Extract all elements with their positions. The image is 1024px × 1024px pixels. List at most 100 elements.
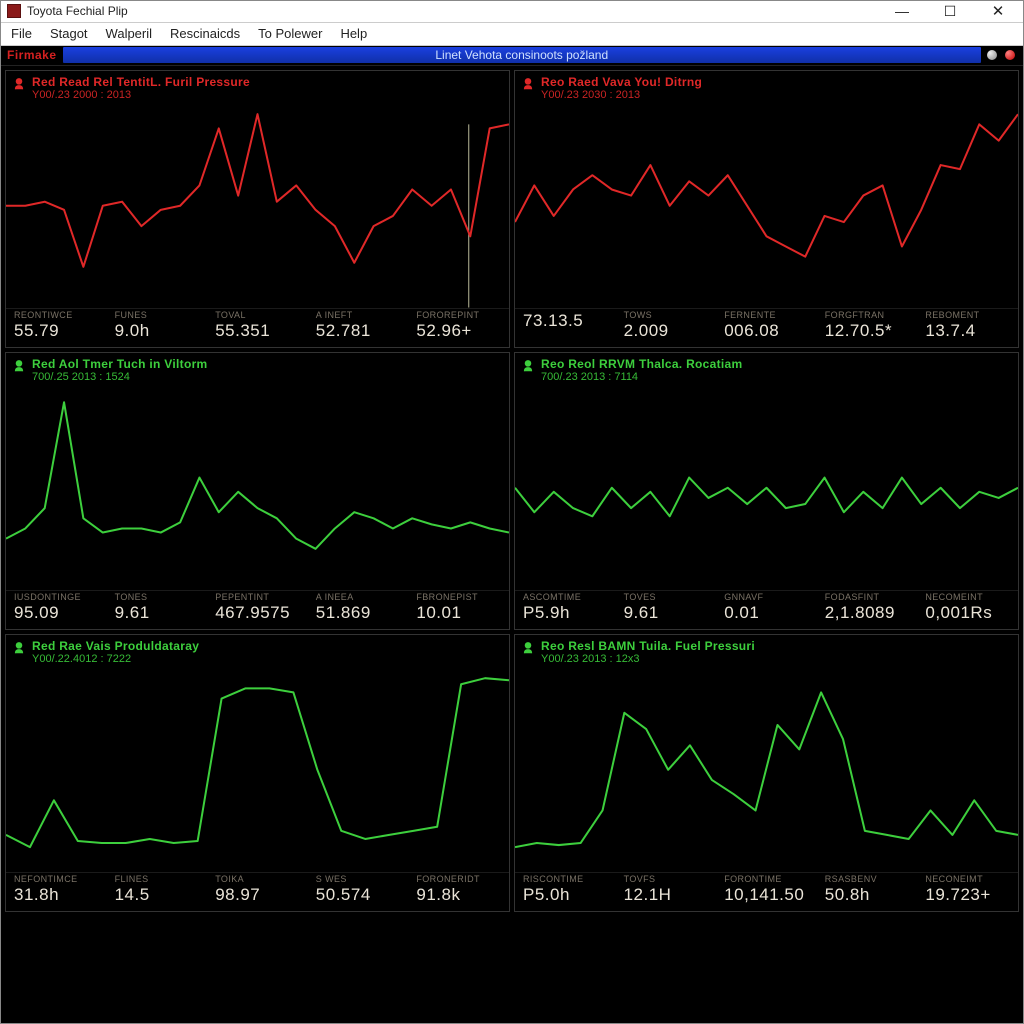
- metric-cell: TOVES 9.61: [616, 591, 717, 629]
- panel-subtitle: 700/.25 2013 : 1524: [32, 371, 208, 384]
- metric-label: FBRONEPIST: [416, 593, 501, 603]
- metric-label: ASCOMTIME: [523, 593, 608, 603]
- metric-label: TOWS: [624, 311, 709, 321]
- metric-label: TOVES: [624, 593, 709, 603]
- metric-value: 31.8h: [14, 885, 59, 904]
- status-indicator-red-icon: [1005, 50, 1015, 60]
- titlebar[interactable]: Toyota Fechial Plip — ☐ ✕: [1, 1, 1023, 23]
- metric-label: A INEFT: [316, 311, 401, 321]
- metric-value: 52.96+: [416, 321, 471, 340]
- menu-rescinaicds[interactable]: Rescinaicds: [170, 26, 240, 41]
- metric-value: 467.9575: [215, 603, 290, 622]
- metric-label: NEFONTIMCE: [14, 875, 99, 885]
- metric-label: FOROREPINT: [416, 311, 501, 321]
- metric-label: IUSDONTINGE: [14, 593, 99, 603]
- menu-to-polewer[interactable]: To Polewer: [258, 26, 322, 41]
- metric-value: P5.9h: [523, 603, 570, 622]
- metric-label: FORONTIME: [724, 875, 809, 885]
- maximize-button[interactable]: ☐: [935, 2, 965, 20]
- metrics-row: IUSDONTINGE 95.09 TONES 9.61 PEPENTINT 4…: [6, 590, 509, 629]
- window-title: Toyota Fechial Plip: [27, 4, 887, 18]
- panel-header: Reo Resl BAMN Tuila. Fuel Pressuri Y00/.…: [515, 635, 1018, 667]
- metric-value: 55.79: [14, 321, 59, 340]
- metric-cell: TOWS 2.009: [616, 309, 717, 347]
- metric-label: S WES: [316, 875, 401, 885]
- panel-title: Reo Raed Vava You! Ditrng: [541, 75, 702, 89]
- metric-value: 95.09: [14, 603, 59, 622]
- metric-value: P5.0h: [523, 885, 570, 904]
- status-bar: Firmake Linet Vehota consinoots požland: [1, 46, 1023, 66]
- metric-value: 73.13.5: [523, 311, 583, 330]
- chart-panel[interactable]: Reo Resl BAMN Tuila. Fuel Pressuri Y00/.…: [514, 634, 1019, 912]
- app-icon: [7, 4, 21, 18]
- metric-label: TOVAL: [215, 311, 300, 321]
- metrics-row: NEFONTIMCE 31.8h FLINES 14.5 TOIKA 98.97…: [6, 872, 509, 911]
- metric-cell: IUSDONTINGE 95.09: [6, 591, 107, 629]
- chart-panel[interactable]: Red Read Rel TentitL. Furil Pressure Y00…: [5, 70, 510, 348]
- metric-value: 2.009: [624, 321, 669, 340]
- chart-panel[interactable]: Red Aol Tmer Tuch in Viltorm 700/.25 201…: [5, 352, 510, 630]
- metric-cell: FLINES 14.5: [107, 873, 208, 911]
- metric-cell: TOVAL 55.351: [207, 309, 308, 347]
- menu-help[interactable]: Help: [340, 26, 367, 41]
- panel-header: Red Read Rel TentitL. Furil Pressure Y00…: [6, 71, 509, 103]
- metric-value: 51.869: [316, 603, 371, 622]
- menu-file[interactable]: File: [11, 26, 32, 41]
- metric-cell: FUNES 9.0h: [107, 309, 208, 347]
- metric-value: 14.5: [115, 885, 150, 904]
- metric-label: RSASBENV: [825, 875, 910, 885]
- menu-walperil[interactable]: Walperil: [106, 26, 152, 41]
- metric-value: 50.574: [316, 885, 371, 904]
- metric-label: FORONERIDT: [416, 875, 501, 885]
- metric-cell: GNNAVF 0.01: [716, 591, 817, 629]
- metric-cell: FORGFTRAN 12.70.5*: [817, 309, 918, 347]
- metric-value: 9.0h: [115, 321, 150, 340]
- metric-cell: A INEFT 52.781: [308, 309, 409, 347]
- line-chart[interactable]: [515, 386, 1018, 590]
- chart-panel[interactable]: Red Rae Vais Produldataray Y00/.22.4012 …: [5, 634, 510, 912]
- metric-cell: FERNENTE 006.08: [716, 309, 817, 347]
- metric-cell: TONES 9.61: [107, 591, 208, 629]
- metric-cell: REBOMENT 13.7.4: [917, 309, 1018, 347]
- line-chart[interactable]: [6, 386, 509, 590]
- metric-label: FUNES: [115, 311, 200, 321]
- line-chart[interactable]: [6, 104, 509, 308]
- metric-cell: NEFONTIMCE 31.8h: [6, 873, 107, 911]
- panel-header: Red Aol Tmer Tuch in Viltorm 700/.25 201…: [6, 353, 509, 385]
- chart-panel[interactable]: Reo Reol RRVM Thalca. Rocatiam 700/.23 2…: [514, 352, 1019, 630]
- metric-label: FORGFTRAN: [825, 311, 910, 321]
- metric-cell: ASCOMTIME P5.9h: [515, 591, 616, 629]
- status-message: Linet Vehota consinoots požland: [63, 47, 981, 63]
- line-chart[interactable]: [515, 104, 1018, 308]
- metric-label: TOIKA: [215, 875, 300, 885]
- metric-value: 12.1H: [624, 885, 672, 904]
- metric-value: 9.61: [624, 603, 659, 622]
- metric-value: 006.08: [724, 321, 779, 340]
- empty-footer: [1, 916, 1023, 1023]
- metric-cell: TOIKA 98.97: [207, 873, 308, 911]
- metric-label: FLINES: [115, 875, 200, 885]
- minimize-button[interactable]: —: [887, 2, 917, 20]
- metric-value: 55.351: [215, 321, 270, 340]
- metric-value: 10,141.50: [724, 885, 804, 904]
- metric-label: GNNAVF: [724, 593, 809, 603]
- metric-value: 12.70.5*: [825, 321, 892, 340]
- panel-subtitle: Y00/.23 2013 : 12x3: [541, 653, 755, 666]
- panel-subtitle: Y00/.23 2000 : 2013: [32, 89, 250, 102]
- metrics-row: 73.13.5 TOWS 2.009 FERNENTE 006.08 FORGF…: [515, 308, 1018, 347]
- line-chart[interactable]: [6, 668, 509, 872]
- close-button[interactable]: ✕: [983, 2, 1013, 20]
- panel-subtitle: Y00/.22.4012 : 7222: [32, 653, 199, 666]
- chart-panel[interactable]: Reo Raed Vava You! Ditrng Y00/.23 2030 :…: [514, 70, 1019, 348]
- panel-title: Red Rae Vais Produldataray: [32, 639, 199, 653]
- metric-value: 0.01: [724, 603, 759, 622]
- metric-label: REBOMENT: [925, 311, 1010, 321]
- line-chart[interactable]: [515, 668, 1018, 872]
- metric-label: FERNENTE: [724, 311, 809, 321]
- menu-stagot[interactable]: Stagot: [50, 26, 88, 41]
- metric-cell: TOVFS 12.1H: [616, 873, 717, 911]
- panel-title: Reo Resl BAMN Tuila. Fuel Pressuri: [541, 639, 755, 653]
- metric-cell: PEPENTINT 467.9575: [207, 591, 308, 629]
- metric-cell: S WES 50.574: [308, 873, 409, 911]
- sensor-icon: [521, 641, 535, 655]
